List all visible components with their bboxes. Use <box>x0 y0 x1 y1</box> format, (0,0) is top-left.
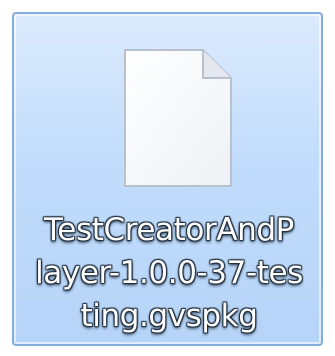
file-name-line: layer-1.0.0-37-tes <box>35 255 303 291</box>
file-name-line: TestCreatorAndP <box>44 212 294 248</box>
blank-document-icon <box>124 49 232 187</box>
file-item[interactable]: TestCreatorAndP layer-1.0.0-37-tes ting.… <box>12 12 323 346</box>
file-name-label: TestCreatorAndP layer-1.0.0-37-tes ting.… <box>26 209 312 338</box>
file-name-line: ting.gvspkg <box>80 298 258 334</box>
